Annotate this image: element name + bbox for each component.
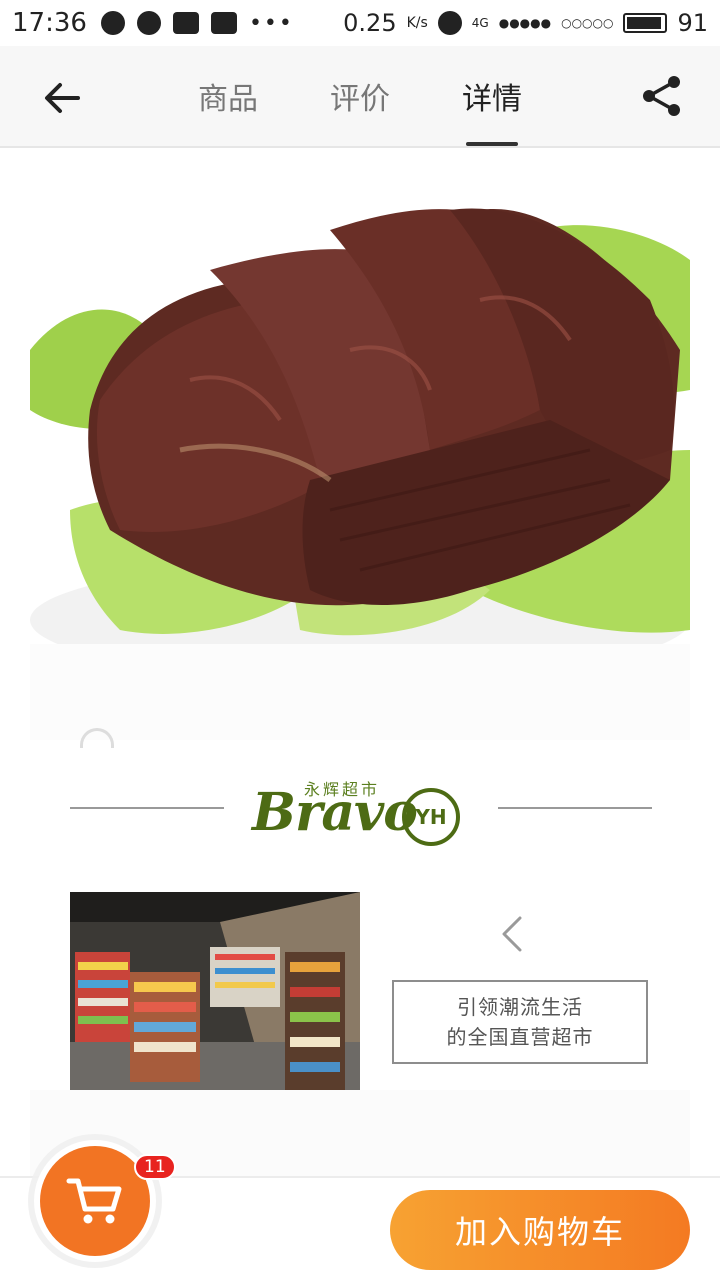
- product-detail-screen: 17:36 ••• 0.25 K/s 4G ●●●●● ○○○○○ 91 商品 …: [0, 0, 720, 1280]
- braised-beef-photo: [30, 150, 690, 644]
- network-speed: 0.25: [343, 9, 397, 37]
- bravo-yh-logo: Bravo 永辉超市 YH: [252, 768, 472, 848]
- tab-reviews-label: 评价: [330, 82, 390, 117]
- top-nav-bar: 商品 评价 详情: [0, 46, 720, 148]
- product-detail-image: [30, 150, 690, 748]
- divider-right: [498, 807, 652, 809]
- share-icon: [643, 76, 680, 116]
- tab-details[interactable]: 详情: [426, 46, 558, 146]
- brand-header: Bravo 永辉超市 YH: [0, 760, 720, 856]
- arrow-left-icon: [45, 83, 80, 113]
- chat-app-icon: [136, 11, 161, 35]
- message-icon: [100, 11, 125, 35]
- chevron-left-icon[interactable]: [496, 914, 526, 954]
- status-right: 0.25 K/s 4G ●●●●● ○○○○○ 91: [343, 9, 708, 37]
- battery-level: 91: [677, 9, 708, 37]
- product-tabs: 商品 评价 详情: [162, 46, 558, 146]
- cart-count-badge: 11: [134, 1154, 176, 1180]
- image-bottom-area: [30, 644, 690, 740]
- second-signal-icon: ○○○○○: [561, 16, 614, 30]
- signal-strength-icon: ●●●●●: [498, 16, 552, 30]
- brand-name-cn: 永辉超市: [304, 780, 381, 799]
- tab-product-label: 商品: [198, 82, 258, 117]
- tab-details-label: 详情: [462, 82, 522, 117]
- back-button[interactable]: [40, 76, 84, 120]
- tab-product[interactable]: 商品: [162, 46, 294, 146]
- more-notifications-icon: •••: [248, 10, 294, 36]
- notification-icons: •••: [100, 10, 294, 36]
- signal-type: 4G: [471, 16, 489, 30]
- news-app-icon: [210, 12, 237, 34]
- network-speed-unit: K/s: [406, 15, 428, 31]
- battery-icon: [623, 13, 668, 33]
- status-time: 17:36: [12, 8, 87, 38]
- brand-badge: YH: [402, 788, 460, 846]
- tab-reviews[interactable]: 评价: [294, 46, 426, 146]
- slogan-line-2: 的全国直营超市: [446, 1025, 594, 1049]
- add-to-cart-button[interactable]: 加入购物车: [390, 1190, 690, 1270]
- status-bar: 17:36 ••• 0.25 K/s 4G ●●●●● ○○○○○ 91: [0, 0, 720, 46]
- alarm-icon: [437, 11, 462, 35]
- share-button[interactable]: [640, 74, 684, 118]
- slogan-box: 引领潮流生活 的全国直营超市: [392, 980, 648, 1064]
- video-app-icon: [172, 12, 199, 34]
- supermarket-interior-photo: [70, 892, 360, 1098]
- active-tab-indicator: [466, 142, 518, 146]
- shopping-cart-icon: [66, 1178, 122, 1224]
- slogan-line-1: 引领潮流生活: [457, 995, 583, 1019]
- divider-left: [70, 807, 224, 809]
